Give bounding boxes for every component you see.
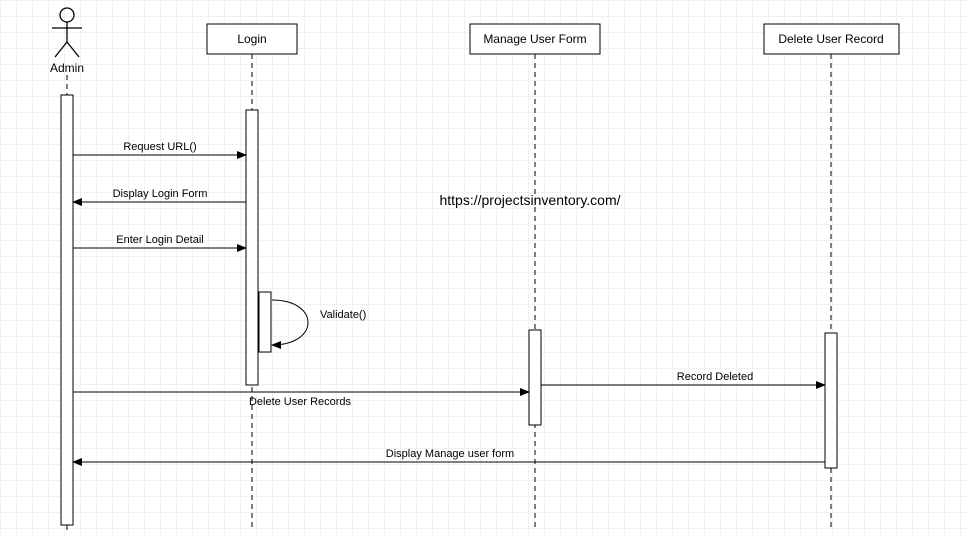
arrow-validate <box>272 300 308 345</box>
msg-display-manage: Display Manage user form <box>386 448 514 460</box>
msg-display-login: Display Login Form <box>113 188 208 200</box>
activation-manage <box>529 330 541 425</box>
activation-login <box>246 110 258 385</box>
msg-enter-login: Enter Login Detail <box>116 234 203 246</box>
activation-actor <box>61 95 73 525</box>
lifeline-delete-label: Delete User Record <box>778 32 883 46</box>
lifeline-login: Login <box>207 24 297 54</box>
lifeline-manage: Manage User Form <box>470 24 600 54</box>
lifeline-manage-label: Manage User Form <box>483 32 586 46</box>
msg-validate: Validate() <box>320 309 366 321</box>
actor-label: Admin <box>50 61 84 75</box>
lifeline-login-label: Login <box>237 32 266 46</box>
lifeline-delete: Delete User Record <box>764 24 899 54</box>
activation-delete <box>825 333 837 468</box>
watermark-url: https://projectsinventory.com/ <box>439 192 620 208</box>
msg-request-url: Request URL() <box>123 141 196 153</box>
actor-admin: Admin <box>50 8 84 75</box>
msg-record-deleted: Record Deleted <box>677 371 753 383</box>
msg-delete-records: Delete User Records <box>249 396 352 408</box>
activation-login-inner <box>259 292 271 352</box>
